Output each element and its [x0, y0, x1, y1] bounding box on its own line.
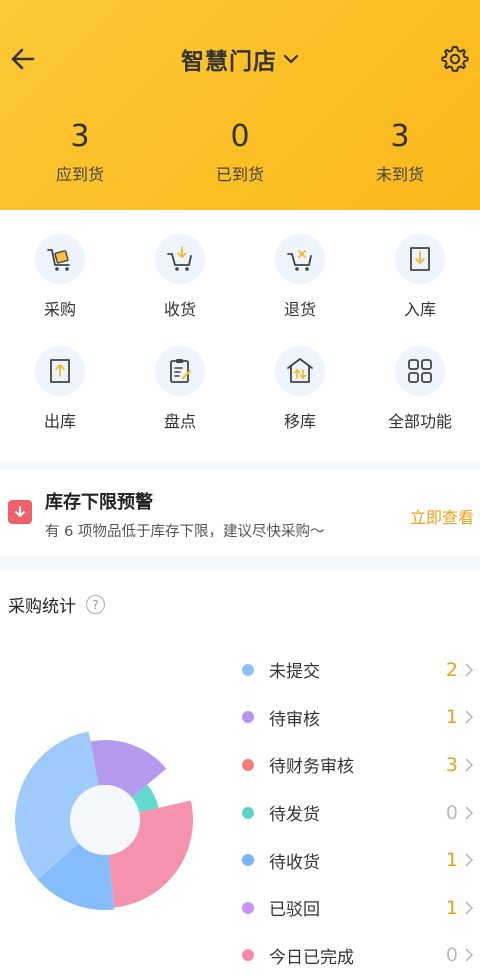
- store-selector[interactable]: 智慧门店: [181, 42, 299, 76]
- func-return-label: 退货: [283, 300, 316, 319]
- stat-pending[interactable]: 3 未到货: [320, 118, 480, 185]
- status-count: 1: [445, 706, 458, 729]
- alert-download-icon: [8, 500, 32, 524]
- purchase-status-legend: 未提交 2 待审核 1 待财务审核 3 待发货 0 待收货 1 已驳回 1 今日…: [242, 646, 480, 978]
- alert-title: 库存下限预警: [45, 492, 153, 513]
- stock-in-icon: [395, 234, 445, 284]
- status-label: 待审核: [269, 709, 320, 730]
- status-label: 已驳回: [269, 900, 320, 921]
- chevron-down-icon: [283, 54, 299, 64]
- chevron-right-icon: [465, 948, 474, 962]
- func-transfer[interactable]: 移库: [240, 346, 360, 432]
- purchase-donut-chart: [14, 731, 193, 910]
- status-count: 3: [445, 753, 458, 776]
- view-now-link[interactable]: 立即查看: [410, 504, 474, 528]
- inventory-clipboard-icon: [155, 346, 205, 396]
- status-count: 1: [445, 896, 458, 919]
- stat-due-count: 3: [70, 119, 90, 154]
- stat-pending-count: 3: [390, 119, 410, 154]
- alert-description: 有 6 项物品低于库存下限，建议尽快采购～: [45, 524, 325, 540]
- stat-arrived[interactable]: 0 已到货: [160, 118, 320, 185]
- status-label: 待发货: [269, 805, 320, 826]
- gear-icon: [441, 46, 469, 72]
- stat-pending-label: 未到货: [375, 165, 424, 184]
- func-receive[interactable]: 收货: [120, 234, 240, 320]
- header: 智慧门店 3 应到货 0 已到货 3 未到货: [0, 0, 480, 210]
- func-transfer-label: 移库: [283, 412, 316, 431]
- all-functions-grid-icon: [395, 346, 445, 396]
- status-dot: [242, 806, 254, 819]
- status-count: 1: [445, 849, 458, 872]
- status-label: 待财务审核: [269, 757, 354, 778]
- status-dot: [242, 663, 254, 676]
- func-stock-in[interactable]: 入库: [360, 234, 480, 320]
- func-stock-out[interactable]: 出库: [0, 346, 120, 432]
- status-count: 0: [445, 944, 458, 967]
- func-stock-out-label: 出库: [43, 412, 76, 431]
- stat-due-label: 应到货: [55, 165, 104, 184]
- stat-arrived-count: 0: [230, 119, 250, 154]
- chevron-right-icon: [465, 710, 474, 724]
- chevron-right-icon: [465, 853, 474, 867]
- warehouse-transfer-icon: [275, 346, 325, 396]
- status-count: 0: [445, 801, 458, 824]
- settings-button[interactable]: [436, 40, 474, 78]
- stock-out-icon: [35, 346, 85, 396]
- donut-hole: [70, 785, 140, 855]
- status-row-unsubmitted[interactable]: 未提交 2: [242, 646, 480, 694]
- func-all-label: 全部功能: [387, 412, 452, 431]
- purchase-stats-section: 采购统计 ? 未提交 2 待审核 1 待财务审核 3 待发货 0 待收货 1 已…: [0, 570, 480, 978]
- status-label: 未提交: [269, 662, 320, 683]
- status-dot: [242, 901, 254, 914]
- purchase-cart-icon: [35, 234, 85, 284]
- func-inventory-label: 盘点: [163, 412, 196, 431]
- status-row-completed-today[interactable]: 今日已完成 0: [242, 932, 480, 978]
- status-count: 2: [445, 658, 458, 681]
- status-label: 今日已完成: [269, 947, 354, 968]
- status-row-to-receive[interactable]: 待收货 1: [242, 836, 480, 884]
- help-icon[interactable]: ?: [86, 595, 105, 614]
- chevron-right-icon: [465, 663, 474, 677]
- chevron-right-icon: [465, 806, 474, 820]
- func-purchase-label: 采购: [43, 300, 76, 319]
- status-row-to-ship[interactable]: 待发货 0: [242, 789, 480, 837]
- func-all[interactable]: 全部功能: [360, 346, 480, 432]
- status-row-finance-review[interactable]: 待财务审核 3: [242, 741, 480, 789]
- func-return[interactable]: 退货: [240, 234, 360, 320]
- stat-due[interactable]: 3 应到货: [0, 118, 160, 185]
- status-row-pending-review[interactable]: 待审核 1: [242, 694, 480, 742]
- stock-alert-banner: 库存下限预警 有 6 项物品低于库存下限，建议尽快采购～ 立即查看: [0, 470, 480, 556]
- function-grid-area: 采购 收货 退货 入库 出库 盘点 移库 全部功能: [0, 210, 480, 462]
- stat-arrived-label: 已到货: [215, 165, 264, 184]
- status-label: 待收货: [269, 852, 320, 873]
- section-title: 采购统计: [8, 597, 76, 617]
- func-receive-label: 收货: [163, 300, 196, 319]
- receive-cart-icon: [155, 234, 205, 284]
- func-stock-in-label: 入库: [403, 300, 436, 319]
- status-row-rejected[interactable]: 已驳回 1: [242, 884, 480, 932]
- return-cart-icon: [275, 234, 325, 284]
- page-title: 智慧门店: [181, 49, 277, 75]
- chevron-right-icon: [465, 901, 474, 915]
- chevron-right-icon: [465, 758, 474, 772]
- status-dot: [242, 854, 254, 867]
- status-dot: [242, 711, 254, 724]
- status-dot: [242, 949, 254, 962]
- func-purchase[interactable]: 采购: [0, 234, 120, 320]
- status-dot: [242, 758, 254, 771]
- func-inventory[interactable]: 盘点: [120, 346, 240, 432]
